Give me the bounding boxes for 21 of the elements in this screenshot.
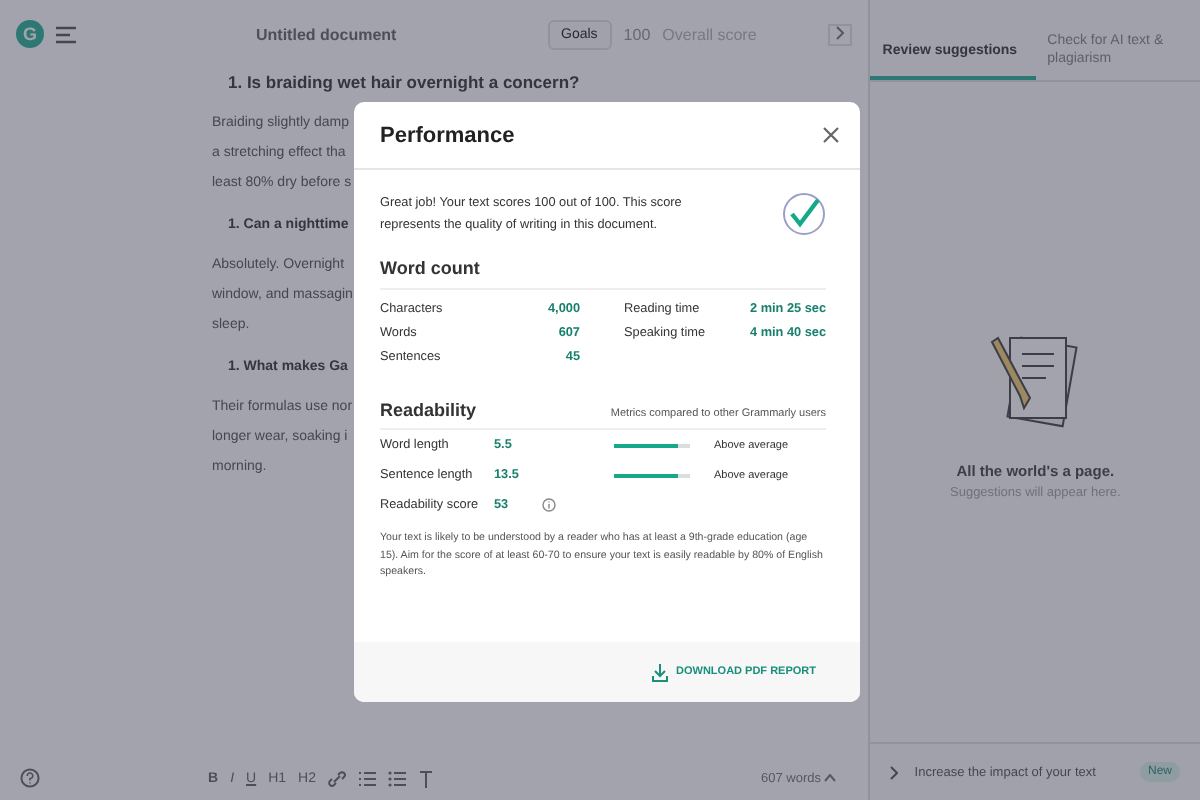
menu-icon[interactable] bbox=[56, 25, 76, 43]
bullet-list-icon[interactable] bbox=[387, 769, 406, 787]
info-icon[interactable] bbox=[542, 498, 556, 512]
section-title: Word count bbox=[380, 258, 827, 290]
logo-icon[interactable]: G bbox=[16, 20, 44, 48]
section-title: Readability bbox=[380, 400, 477, 420]
download-icon bbox=[652, 663, 669, 681]
chevron-icon bbox=[890, 765, 899, 779]
caret-icon bbox=[824, 773, 837, 781]
close-icon[interactable] bbox=[822, 126, 840, 144]
document-heading: 1. Is braiding wet hair overnight a concern? bbox=[226, 70, 580, 96]
checkmark-icon bbox=[782, 192, 827, 236]
link-icon[interactable] bbox=[327, 769, 346, 787]
overall-score: 100 bbox=[623, 25, 651, 43]
help-icon[interactable] bbox=[20, 768, 40, 788]
dialog-title: Performance bbox=[380, 123, 515, 147]
document-title[interactable]: Untitled document bbox=[256, 25, 535, 43]
chevron-icon bbox=[836, 25, 845, 39]
clear-format-icon[interactable] bbox=[417, 769, 434, 787]
numbered-list-icon[interactable] bbox=[357, 769, 376, 787]
collapse-button[interactable] bbox=[828, 23, 853, 45]
